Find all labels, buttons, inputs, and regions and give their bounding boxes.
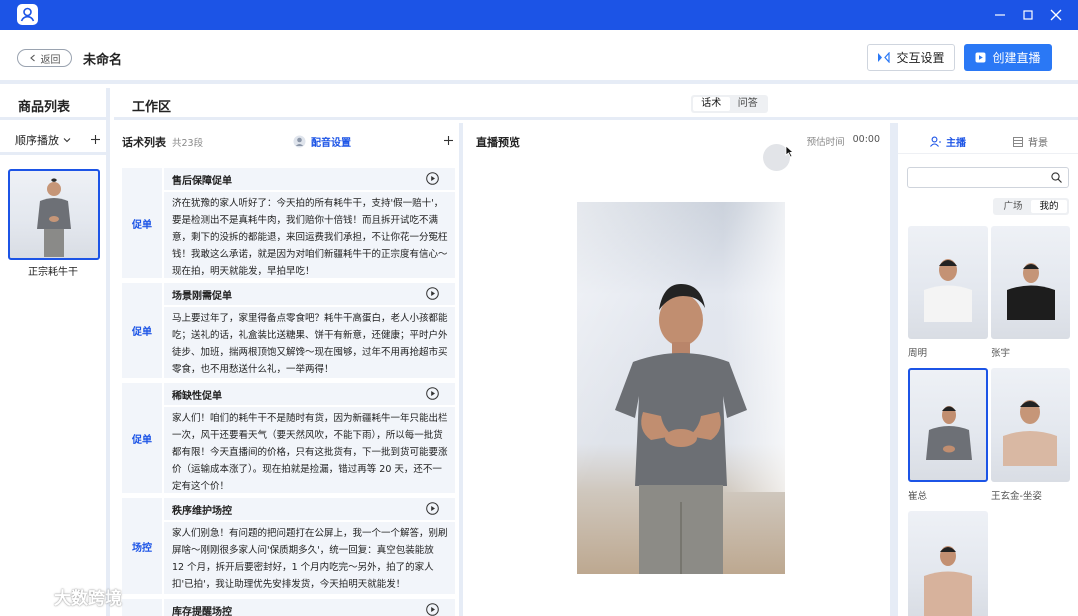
preview-title: 直播预览 xyxy=(476,136,520,149)
anchor-name: 周明 xyxy=(908,348,928,359)
page-header: 返回 未命名 交互设置 创建直播 xyxy=(0,30,1078,84)
filter-mine[interactable]: 我的 xyxy=(1031,200,1067,213)
live-preview-panel: 直播预览 预估时间 00:00 xyxy=(467,123,898,616)
workarea-header: 工作区 话术 问答 xyxy=(114,88,1078,120)
script-title: 稀缺性促单 xyxy=(172,391,222,402)
script-tag xyxy=(122,599,162,616)
tab-anchor[interactable]: 主播 xyxy=(930,134,966,149)
script-text: 济在犹豫的家人听好了：今天拍的所有耗牛干，支持'假一赔十'，要是检测出不是真耗牛… xyxy=(172,198,448,277)
workarea-title: 工作区 xyxy=(132,100,172,115)
script-card[interactable]: 促单 售后保障促单 济在犹豫的家人听好了：今天拍的所有耗牛干，支持'假一赔十'，… xyxy=(122,168,455,278)
live-icon xyxy=(975,52,986,63)
anchor-search-input[interactable] xyxy=(907,167,1069,188)
script-title: 售后保障促单 xyxy=(172,176,232,187)
live-preview-video xyxy=(577,202,785,574)
anchor-name: 张宇 xyxy=(991,348,1011,359)
script-text: 马上要过年了，家里得备点零食吧？耗牛干高蛋白，老人小孩都能吃；送礼的话，礼盒装比… xyxy=(172,313,448,375)
interact-settings-button[interactable]: 交互设置 xyxy=(867,44,955,71)
search-icon[interactable] xyxy=(1051,172,1062,183)
anchor-panel: 主播 背景 广场 我的 周明 张宇 崔总 王玄金-坐姿 xyxy=(898,123,1078,616)
anchor-portrait xyxy=(926,406,972,460)
add-product-icon[interactable] xyxy=(91,135,100,144)
anchor-icon xyxy=(930,136,941,147)
script-list-panel: 话术列表 共23段 配音设置 促单 售后保障促单 济在犹豫的家人听好了：今天拍的… xyxy=(114,123,463,616)
script-list-title: 话术列表 xyxy=(122,136,166,149)
play-icon[interactable] xyxy=(426,603,439,616)
workarea-tab-switch: 话术 问答 xyxy=(691,95,768,113)
script-tag: 促单 xyxy=(122,283,162,378)
app-logo-icon xyxy=(17,4,38,25)
interact-settings-label: 交互设置 xyxy=(896,51,945,65)
script-text: 家人们！咱们的耗牛干不是随时有货，因为新疆耗牛一年只能出栏一次，风干还要看天气（… xyxy=(172,413,448,492)
anchor-card[interactable] xyxy=(908,368,988,482)
tab-background[interactable]: 背景 xyxy=(1013,134,1048,149)
anchor-search-field[interactable] xyxy=(914,168,1044,187)
product-presenter-image xyxy=(37,178,71,257)
create-live-label: 创建直播 xyxy=(992,51,1041,65)
script-card[interactable]: 场控 秩序维护场控 家人们别急！有问题的把问题打在公屏上，我一个一个解答，别刷屏… xyxy=(122,498,455,594)
anchor-portrait xyxy=(1003,400,1057,466)
anchor-portrait xyxy=(924,259,972,322)
script-tag: 场控 xyxy=(122,498,162,594)
estimated-time-value: 00:00 xyxy=(852,134,880,145)
minimize-icon[interactable] xyxy=(992,7,1008,23)
script-count: 共23段 xyxy=(172,138,204,149)
voice-avatar-icon xyxy=(293,135,306,148)
anchor-portrait xyxy=(924,546,972,616)
play-icon[interactable] xyxy=(426,502,439,515)
create-live-button[interactable]: 创建直播 xyxy=(964,44,1052,71)
tab-scripts[interactable]: 话术 xyxy=(693,97,730,111)
background-icon xyxy=(1013,136,1023,147)
anchor-card[interactable] xyxy=(991,368,1070,482)
anchor-card[interactable] xyxy=(991,226,1070,339)
maximize-icon[interactable] xyxy=(1020,7,1036,23)
play-order-label: 顺序播放 xyxy=(15,134,59,147)
estimated-time-label: 预估时间 xyxy=(806,137,845,148)
script-title: 秩序维护场控 xyxy=(172,506,232,517)
play-icon[interactable] xyxy=(426,387,439,400)
tab-background-label: 背景 xyxy=(1028,138,1048,149)
anchor-name: 王玄金-坐姿 xyxy=(991,491,1042,502)
close-icon[interactable] xyxy=(1048,7,1064,23)
anchor-name: 崔总 xyxy=(908,491,928,502)
script-tag: 促单 xyxy=(122,168,162,278)
product-list-title: 商品列表 xyxy=(18,100,71,115)
chevron-left-icon xyxy=(29,54,35,62)
add-script-icon[interactable] xyxy=(444,136,453,145)
play-order-dropdown[interactable]: 顺序播放 xyxy=(15,132,71,148)
anchor-card[interactable] xyxy=(908,511,988,616)
script-title: 场景刚需促单 xyxy=(172,291,232,302)
mouse-cursor-icon xyxy=(785,145,794,158)
tab-qa[interactable]: 问答 xyxy=(730,97,767,111)
watermark: 大数跨境 xyxy=(8,584,122,609)
play-icon[interactable] xyxy=(426,287,439,300)
back-button[interactable]: 返回 xyxy=(17,49,72,67)
watermark-text: 大数跨境 xyxy=(54,589,122,609)
script-card[interactable]: 库存提醒场控 xyxy=(122,599,455,616)
product-thumbnail[interactable] xyxy=(8,169,100,260)
script-tag: 促单 xyxy=(122,383,162,493)
anchor-filter-switch: 广场 我的 xyxy=(993,198,1069,215)
script-text: 家人们别急！有问题的把问题打在公屏上，我一个一个解答，别刷屏啥～刚刚很多家人问'… xyxy=(172,528,448,590)
play-icon[interactable] xyxy=(426,172,439,185)
back-label: 返回 xyxy=(40,54,61,66)
script-card[interactable]: 促单 场景刚需促单 马上要过年了，家里得备点零食吧？耗牛干高蛋白，老人小孩都能吃… xyxy=(122,283,455,378)
anchor-card[interactable] xyxy=(908,226,988,339)
page-title: 未命名 xyxy=(83,53,123,68)
product-list-panel: 商品列表 顺序播放 正宗耗牛干 xyxy=(0,88,110,616)
script-title: 库存提醒场控 xyxy=(172,607,232,616)
watermark-logo-icon xyxy=(9,588,48,604)
voice-settings-label: 配音设置 xyxy=(311,138,351,149)
presenter-figure xyxy=(615,284,747,574)
chevron-down-icon xyxy=(63,138,71,143)
product-name: 正宗耗牛干 xyxy=(28,267,78,278)
title-bar xyxy=(0,0,1078,30)
script-card[interactable]: 促单 稀缺性促单 家人们！咱们的耗牛干不是随时有货，因为新疆耗牛一年只能出栏一次… xyxy=(122,383,455,493)
tab-anchor-label: 主播 xyxy=(946,138,966,149)
voice-settings-button[interactable]: 配音设置 xyxy=(293,134,351,149)
anchor-portrait xyxy=(1007,263,1055,320)
filter-plaza[interactable]: 广场 xyxy=(995,200,1031,213)
interact-icon xyxy=(878,52,891,63)
